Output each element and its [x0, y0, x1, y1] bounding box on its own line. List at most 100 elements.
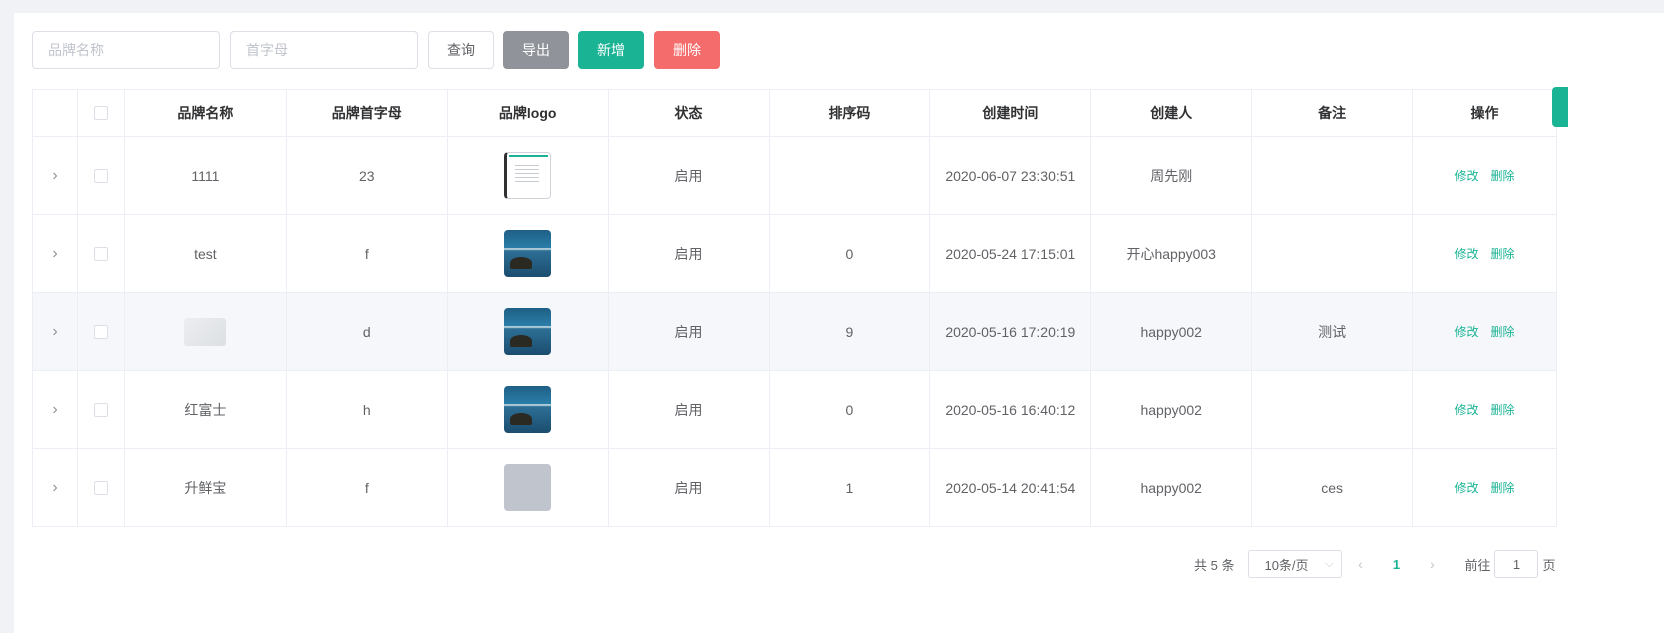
edit-link[interactable]: 修改 — [1455, 323, 1479, 340]
row-checkbox[interactable] — [93, 480, 108, 495]
chevron-right-icon[interactable]: › — [52, 401, 57, 419]
status-cell: 启用 — [609, 137, 770, 214]
edit-link[interactable]: 修改 — [1455, 167, 1479, 184]
add-button[interactable]: 新增 — [578, 31, 644, 69]
creator-cell: happy002 — [1091, 449, 1253, 526]
chevron-right-icon[interactable]: › — [1414, 556, 1450, 572]
main-panel: 查询 导出 新增 删除 品牌名称 品牌首字母 品牌logo 状态 排序码 创建时… — [14, 13, 1664, 633]
created-cell: 2020-05-24 17:15:01 — [930, 215, 1092, 292]
toolbar: 查询 导出 新增 删除 — [32, 31, 720, 69]
actions-cell: 修改 删除 — [1413, 449, 1557, 526]
row-select-cell[interactable] — [78, 215, 125, 292]
actions-cell: 修改 删除 — [1413, 137, 1557, 214]
goto-suffix: 页 — [1542, 557, 1556, 573]
row-checkbox[interactable] — [93, 402, 108, 417]
row-select-cell[interactable] — [78, 137, 125, 214]
creator-cell: happy002 — [1091, 293, 1253, 370]
select-all-cell[interactable] — [78, 90, 125, 136]
sort-cell: 9 — [770, 293, 931, 370]
delete-button[interactable]: 删除 — [654, 31, 720, 69]
edit-link[interactable]: 修改 — [1455, 479, 1479, 496]
page-jumper: 前往 页 — [1464, 550, 1556, 578]
remark-cell — [1252, 215, 1414, 292]
brand-logo-image[interactable] — [504, 152, 552, 199]
expand-cell[interactable]: › — [33, 137, 78, 214]
actions-cell: 修改 删除 — [1413, 371, 1557, 448]
status-cell: 启用 — [609, 293, 770, 370]
brand-name-cell — [125, 293, 287, 370]
row-checkbox[interactable] — [93, 324, 108, 339]
pagination-total: 共 5 条 — [1194, 557, 1235, 573]
header-initial: 品牌首字母 — [287, 90, 448, 136]
page-number[interactable]: 1 — [1378, 557, 1414, 572]
expand-header — [33, 90, 78, 136]
header-logo: 品牌logo — [448, 90, 609, 136]
chevron-right-icon[interactable]: › — [52, 323, 57, 341]
side-drawer-tab[interactable] — [1552, 87, 1568, 127]
brand-name-input[interactable] — [32, 31, 220, 69]
brand-logo-image[interactable] — [504, 464, 552, 511]
actions-cell: 修改 删除 — [1413, 293, 1557, 370]
header-creator: 创建人 — [1091, 90, 1253, 136]
row-select-cell[interactable] — [78, 293, 125, 370]
delete-link[interactable]: 删除 — [1491, 167, 1515, 184]
page-size-select[interactable]: 10条/页 ⌵ — [1248, 550, 1343, 578]
row-select-cell[interactable] — [78, 449, 125, 526]
brand-table: 品牌名称 品牌首字母 品牌logo 状态 排序码 创建时间 创建人 备注 操作 … — [32, 89, 1557, 527]
status-cell: 启用 — [609, 215, 770, 292]
pagination: 共 5 条 10条/页 ⌵ ‹ 1 › 前往 页 — [1194, 550, 1556, 578]
remark-cell — [1252, 371, 1414, 448]
row-select-cell[interactable] — [78, 371, 125, 448]
sort-cell: 0 — [770, 371, 931, 448]
initial-cell: f — [287, 449, 448, 526]
chevron-left-icon[interactable]: ‹ — [1342, 556, 1378, 572]
brand-logo-image[interactable] — [504, 230, 552, 277]
goto-page-input[interactable] — [1494, 550, 1539, 578]
logo-cell — [448, 137, 609, 214]
delete-link[interactable]: 删除 — [1491, 323, 1515, 340]
chevron-down-icon: ⌵ — [1325, 557, 1334, 570]
blurred-name-image — [184, 317, 227, 346]
brand-name-cell: 升鲜宝 — [125, 449, 287, 526]
header-sort: 排序码 — [770, 90, 931, 136]
chevron-right-icon[interactable]: › — [52, 479, 57, 497]
created-cell: 2020-05-14 20:41:54 — [930, 449, 1092, 526]
brand-logo-image[interactable] — [504, 308, 552, 355]
initial-input[interactable] — [230, 31, 418, 69]
created-cell: 2020-05-16 17:20:19 — [930, 293, 1092, 370]
expand-cell[interactable]: › — [33, 371, 78, 448]
page-size-value: 10条/页 — [1264, 557, 1309, 573]
initial-cell: 23 — [287, 137, 448, 214]
header-remark: 备注 — [1252, 90, 1414, 136]
edit-link[interactable]: 修改 — [1455, 401, 1479, 418]
expand-cell[interactable]: › — [33, 449, 78, 526]
creator-cell: 开心happy003 — [1091, 215, 1253, 292]
logo-cell — [448, 371, 609, 448]
status-cell: 启用 — [609, 371, 770, 448]
sort-cell: 1 — [770, 449, 931, 526]
creator-cell: happy002 — [1091, 371, 1253, 448]
logo-cell — [448, 215, 609, 292]
row-checkbox[interactable] — [93, 168, 108, 183]
select-all-checkbox[interactable] — [93, 106, 108, 120]
remark-cell — [1252, 137, 1414, 214]
row-checkbox[interactable] — [93, 246, 108, 261]
chevron-right-icon[interactable]: › — [52, 167, 57, 185]
edit-link[interactable]: 修改 — [1455, 245, 1479, 262]
brand-name-cell: 红富士 — [125, 371, 287, 448]
header-created: 创建时间 — [930, 90, 1092, 136]
brand-logo-image[interactable] — [504, 386, 552, 433]
header-actions: 操作 — [1413, 90, 1557, 136]
remark-cell: 测试 — [1252, 293, 1414, 370]
expand-cell[interactable]: › — [33, 293, 78, 370]
delete-link[interactable]: 删除 — [1491, 245, 1515, 262]
initial-cell: h — [287, 371, 448, 448]
delete-link[interactable]: 删除 — [1491, 479, 1515, 496]
created-cell: 2020-06-07 23:30:51 — [930, 137, 1092, 214]
expand-cell[interactable]: › — [33, 215, 78, 292]
query-button[interactable]: 查询 — [428, 31, 494, 69]
export-button[interactable]: 导出 — [503, 31, 569, 69]
chevron-right-icon[interactable]: › — [52, 245, 57, 263]
delete-link[interactable]: 删除 — [1491, 401, 1515, 418]
sort-cell — [770, 137, 931, 214]
